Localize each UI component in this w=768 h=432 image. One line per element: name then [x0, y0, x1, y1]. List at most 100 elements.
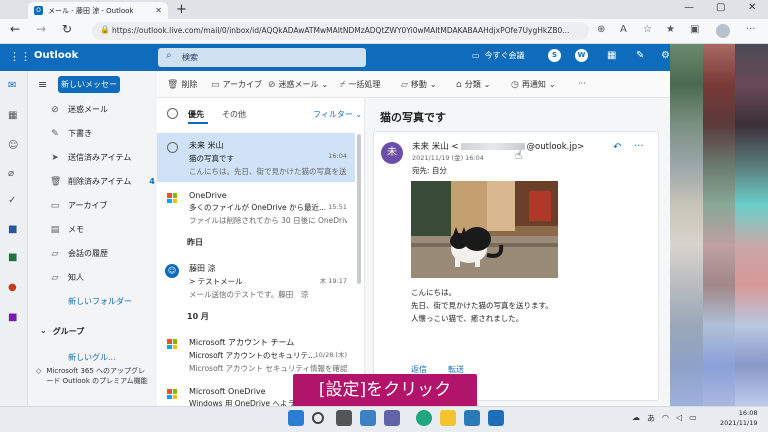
list-item[interactable]: ☺ 藤田 涼 > テストメール メール送信のテストです。藤田 涼 木 19:17	[157, 256, 355, 305]
folder-contacts[interactable]: ▱ 知人	[50, 272, 84, 283]
message-time: 16:04	[328, 152, 347, 160]
move-button[interactable]: ▱ 移動 ⌄	[401, 79, 437, 90]
list-item[interactable]: OneDrive 多くのファイルが OneDrive から最近... ファイルは…	[157, 184, 355, 233]
close-tab-icon[interactable]: ✕	[155, 6, 162, 15]
task-view-icon[interactable]	[336, 410, 352, 426]
minimize-icon[interactable]: —	[684, 2, 694, 13]
collections-icon[interactable]: ▣	[690, 24, 699, 35]
lock-icon[interactable]: 🔒	[100, 25, 110, 34]
new-tab-button[interactable]: +	[176, 2, 187, 17]
skype-icon[interactable]: S	[548, 49, 561, 62]
search-taskbar-icon[interactable]	[312, 412, 324, 424]
store-icon[interactable]	[464, 410, 480, 426]
lightbulb-icon[interactable]: ✎	[636, 50, 644, 61]
folder-icon: ▱	[51, 272, 59, 283]
favorites-icon[interactable]: ★	[666, 24, 675, 35]
message-from: 未来 米山	[189, 141, 224, 150]
more-commands-button[interactable]: ···	[578, 79, 586, 88]
back-icon[interactable]: ←	[10, 22, 20, 36]
new-folder-link[interactable]: 新しいフォルダー	[68, 296, 132, 307]
outlook-brand[interactable]: Outlook	[34, 50, 78, 61]
start-icon[interactable]	[288, 410, 304, 426]
widgets-icon[interactable]	[360, 410, 376, 426]
read-aloud-icon[interactable]: A	[620, 24, 627, 35]
ime-indicator[interactable]: あ	[647, 413, 655, 424]
tab-focused[interactable]: 優先	[188, 109, 204, 120]
url-field[interactable]: https://outlook.live.com/mail/0/inbox/id…	[92, 22, 589, 40]
word-app-icon[interactable]: ■	[8, 224, 17, 235]
word-icon[interactable]: W	[575, 49, 588, 62]
app-launcher-icon[interactable]: ⋮⋮	[9, 50, 31, 63]
browser-tab[interactable]: O メール - 藤田 涼 - Outlook ✕	[28, 2, 168, 19]
settings-gear-icon[interactable]: ⚙	[661, 50, 670, 61]
cloud-icon[interactable]: ☁	[632, 413, 640, 424]
meet-now-label: 今すぐ会議	[484, 51, 525, 60]
sender-avatar[interactable]: 未	[381, 142, 403, 164]
teams-chat-icon[interactable]	[384, 410, 400, 426]
people-icon[interactable]: ☺	[8, 140, 18, 151]
list-item[interactable]: 未来 米山 猫の写真です こんにちは。先日、街で見かけた猫の写真を送 16:04	[157, 133, 355, 182]
junk-icon: ⊘	[268, 79, 276, 90]
refresh-icon[interactable]: ↻	[62, 22, 72, 36]
folder-conversation-history[interactable]: ▱ 会話の履歴	[50, 248, 108, 259]
message-time: 木 19:17	[319, 277, 347, 285]
select-checkbox[interactable]	[167, 142, 178, 153]
outlook-favicon-icon: O	[34, 6, 43, 15]
calendar-icon[interactable]: ▦	[607, 50, 616, 61]
folder-notes[interactable]: ▤ メモ	[50, 224, 84, 235]
filter-button[interactable]: フィルター ⌄	[313, 109, 362, 120]
folder-junk[interactable]: ⊘ 迷惑メール	[50, 104, 108, 115]
mail-app-icon[interactable]	[488, 410, 504, 426]
mail-icon[interactable]: ✉	[8, 80, 16, 91]
delete-button[interactable]: 🗑 削除	[167, 79, 197, 90]
folder-icon: ▱	[51, 248, 59, 259]
new-message-button[interactable]: 新しいメッセージ	[58, 76, 120, 106]
categorize-button[interactable]: ⌂ 分類 ⌄	[456, 79, 490, 90]
maximize-icon[interactable]: ▢	[716, 2, 725, 13]
wifi-icon[interactable]: ◠	[662, 413, 669, 424]
more-icon[interactable]: ···	[746, 24, 756, 35]
reply-icon[interactable]: ↶	[613, 142, 621, 153]
upgrade-promo[interactable]: ◇ Microsoft 365 へのアップグレード Outlook のプレミアム…	[32, 362, 154, 390]
todo-icon[interactable]: ✓	[8, 195, 16, 206]
hamburger-menu-icon[interactable]: ≡	[38, 78, 47, 91]
folder-label: アーカイブ	[68, 201, 108, 210]
attachment-icon[interactable]: ⌀	[8, 168, 14, 179]
volume-icon[interactable]: ◁	[676, 413, 682, 424]
system-tray[interactable]: ☁ あ ◠ ◁ ▭	[632, 413, 697, 424]
reader-icon[interactable]: ⊕	[597, 24, 605, 35]
close-window-icon[interactable]: ✕	[748, 2, 756, 13]
chevron-down-icon: ⌄	[40, 326, 47, 335]
tab-other[interactable]: その他	[222, 109, 246, 120]
folder-deleted[interactable]: 🗑 削除済みアイテム 4	[50, 176, 155, 187]
favorite-star-icon[interactable]: ☆	[643, 24, 652, 35]
list-item[interactable]: Microsoft アカウント チーム Microsoft アカウントのセキュリ…	[157, 330, 355, 379]
file-explorer-icon[interactable]	[440, 410, 456, 426]
battery-icon[interactable]: ▭	[689, 413, 697, 424]
message-list-scrollbar[interactable]	[357, 134, 361, 284]
forward-icon[interactable]: →	[36, 22, 46, 36]
sender-line[interactable]: 未来 米山 < @outlook.jp>	[412, 140, 584, 152]
powerpoint-app-icon[interactable]: ●	[8, 282, 17, 293]
archive-button[interactable]: ▭ アーカイブ	[211, 79, 262, 90]
profile-avatar[interactable]	[716, 24, 730, 38]
microsoft-logo-icon	[167, 193, 177, 203]
folder-sent[interactable]: ➤ 送信済みアイテム	[50, 152, 131, 163]
taskbar-clock[interactable]: 16:08 2021/11/19	[720, 408, 757, 428]
junk-button[interactable]: ⊘ 迷惑メール ⌄	[268, 79, 328, 90]
select-all-checkbox[interactable]	[167, 108, 178, 119]
sweep-button[interactable]: ⌿ 一括処理	[340, 79, 380, 90]
search-input[interactable]: 検索	[158, 48, 366, 67]
onenote-app-icon[interactable]: ■	[8, 312, 17, 323]
meet-now-button[interactable]: ▭ 今すぐ会議	[472, 50, 525, 61]
folder-archive[interactable]: ▭ アーカイブ	[50, 200, 108, 211]
snooze-button[interactable]: ◷ 再通知 ⌄	[511, 79, 556, 90]
excel-app-icon[interactable]: ■	[8, 252, 17, 263]
folder-drafts[interactable]: ✎ 下書き	[50, 128, 92, 139]
groups-header[interactable]: ⌄ グループ	[40, 326, 84, 337]
calendar-app-icon[interactable]: ▦	[8, 110, 17, 121]
message-from: Microsoft アカウント チーム	[189, 338, 295, 347]
edge-icon[interactable]	[416, 410, 432, 426]
more-actions-icon[interactable]: ···	[634, 141, 644, 152]
snooze-label: 再通知	[521, 80, 546, 89]
